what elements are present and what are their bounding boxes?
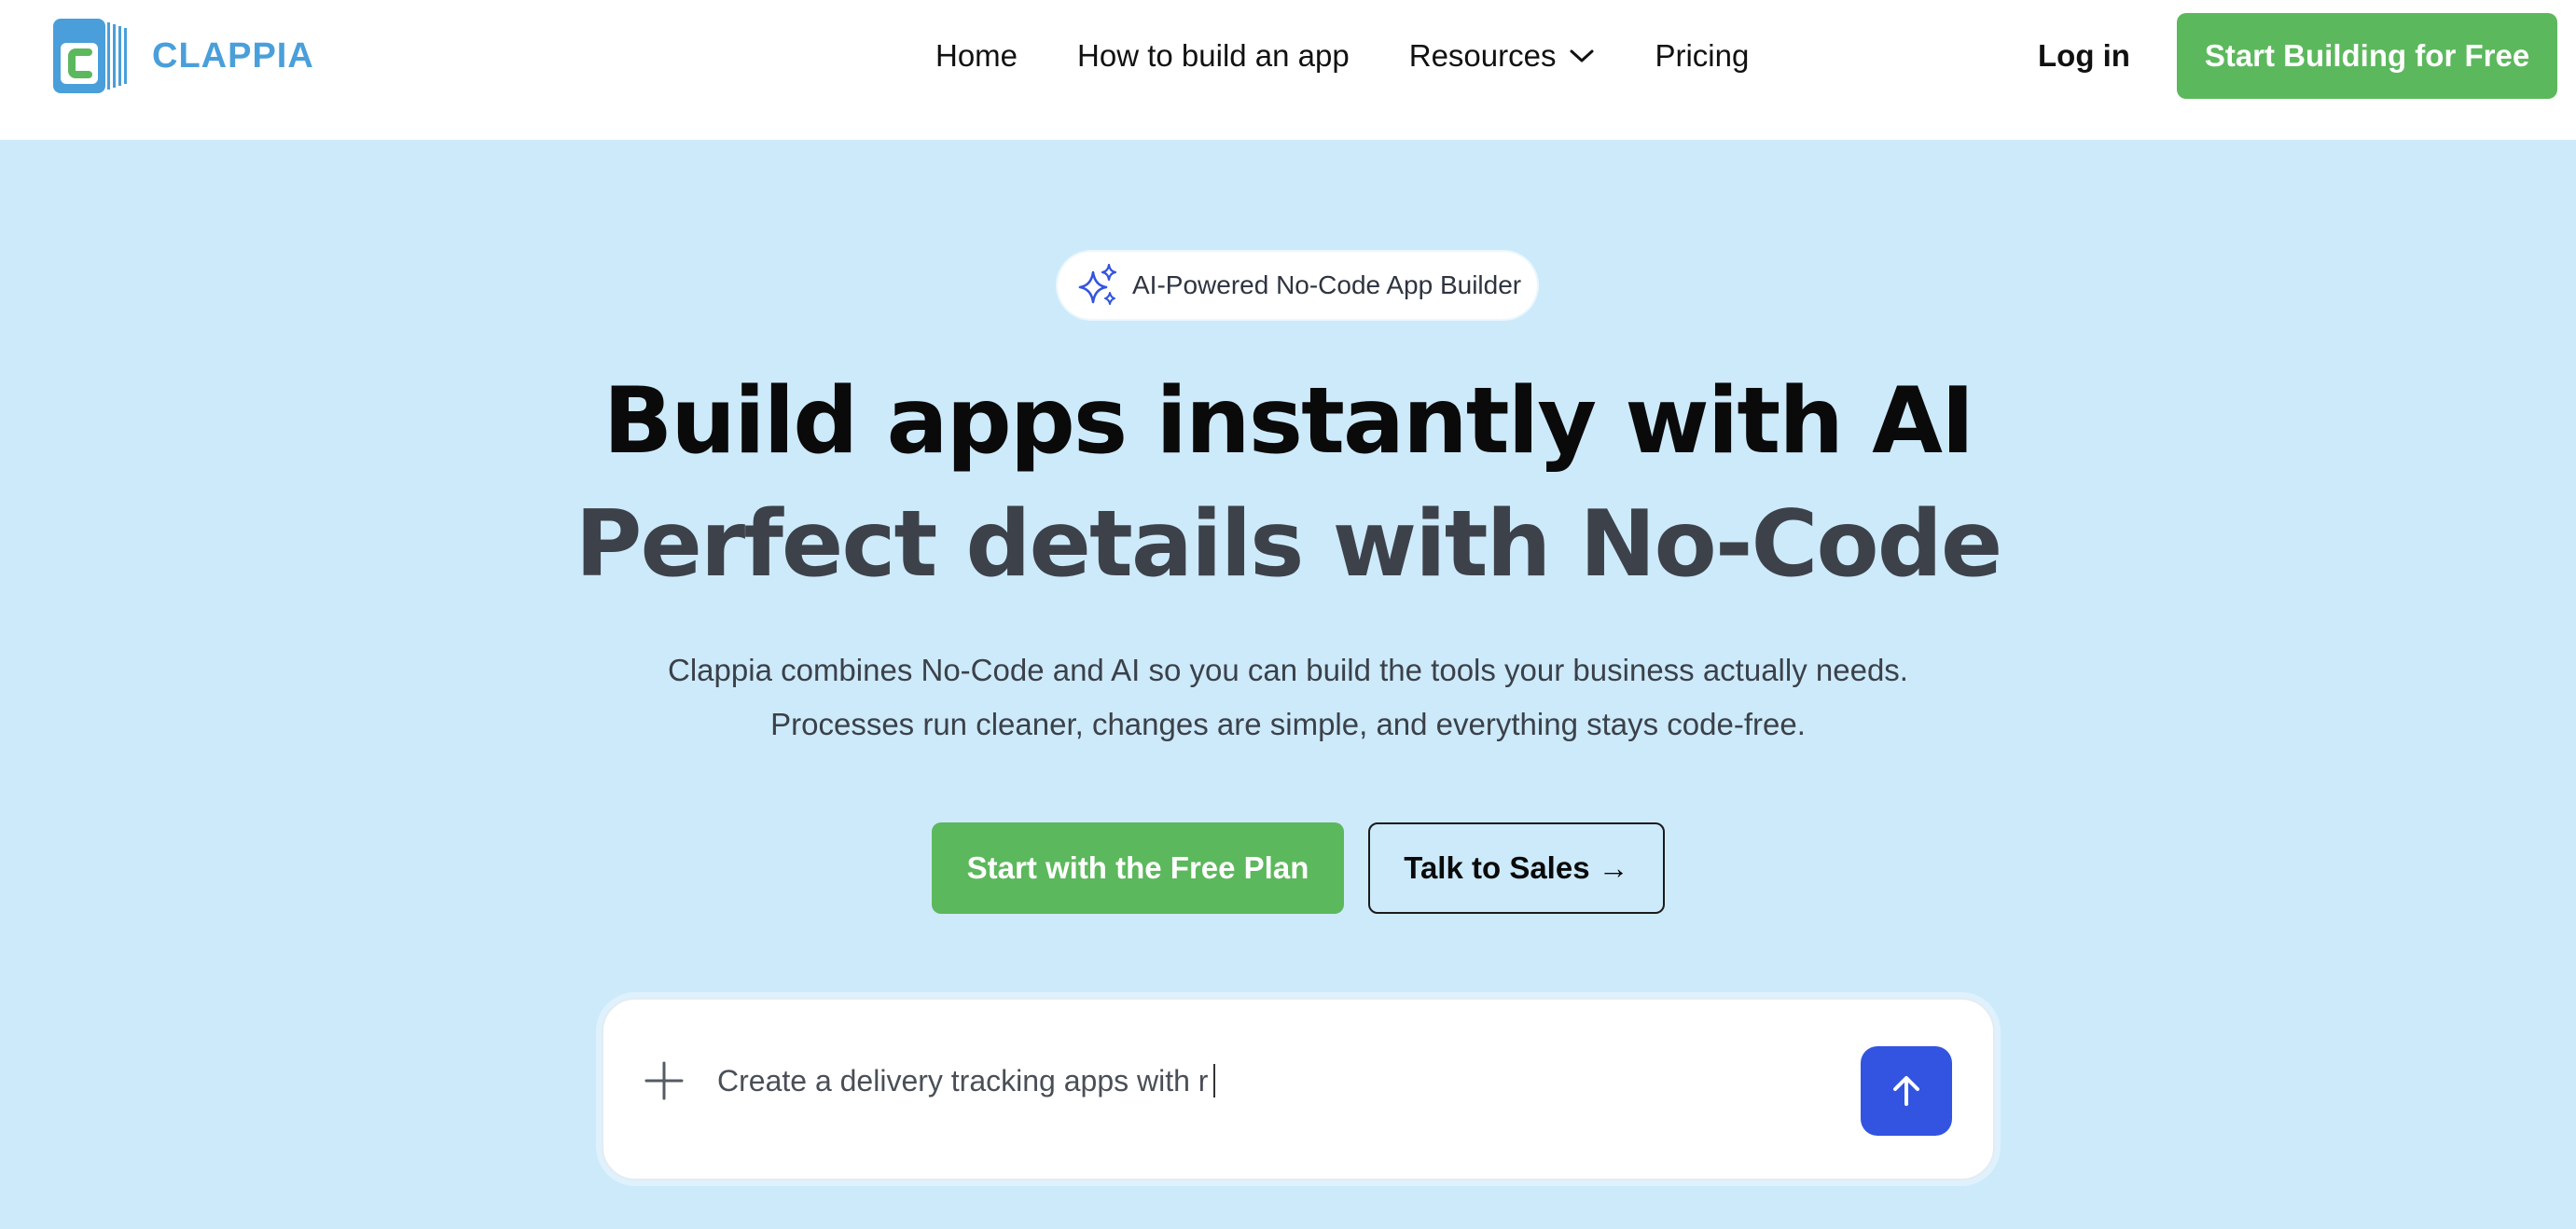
brand-logo-link[interactable]: CLAPPIA: [53, 19, 314, 93]
nav-resources-dropdown[interactable]: Resources: [1409, 38, 1596, 74]
plus-icon: [644, 1061, 684, 1100]
sparkle-icon: [1078, 263, 1117, 305]
nav-home-label: Home: [935, 38, 1018, 73]
chevron-down-icon: [1570, 49, 1594, 62]
nav-resources-label: Resources: [1408, 38, 1557, 73]
attach-button[interactable]: [643, 1059, 686, 1102]
nav-how-to-build[interactable]: How to build an app: [1077, 38, 1350, 74]
login-link[interactable]: Log in: [2038, 28, 2130, 84]
send-button[interactable]: [1861, 1046, 1952, 1136]
hero-headline-line1: Build apps instantly with AI: [602, 368, 1975, 475]
hero-subtitle-line2: Processes run cleaner, changes are simpl…: [770, 707, 1806, 741]
ai-badge: AI-Powered No-Code App Builder: [1058, 252, 1537, 319]
talk-to-sales-button[interactable]: Talk to Sales →: [1368, 822, 1665, 914]
nav-pricing-label: Pricing: [1655, 38, 1750, 73]
nav-pricing[interactable]: Pricing: [1655, 38, 1749, 74]
prompt-input[interactable]: Create a delivery tracking apps with r: [717, 1054, 1836, 1108]
start-building-button[interactable]: Start Building for Free: [2177, 13, 2557, 99]
arrow-up-icon: [1893, 1076, 1919, 1106]
prompt-input-value: Create a delivery tracking apps with r: [717, 1063, 1209, 1098]
clappia-logo-icon: [53, 19, 128, 93]
brand-name: CLAPPIA: [152, 35, 314, 76]
badge-text: AI-Powered No-Code App Builder: [1132, 270, 1522, 299]
nav-how-to-build-label: How to build an app: [1077, 38, 1350, 73]
nav-home[interactable]: Home: [935, 38, 1018, 74]
ai-prompt-box: Create a delivery tracking apps with r: [602, 998, 1995, 1181]
free-plan-button[interactable]: Start with the Free Plan: [932, 822, 1344, 914]
main-nav: Home How to build an app Resources Prici…: [935, 28, 1749, 84]
text-caret: [1213, 1064, 1216, 1098]
hero-headline-line2: Perfect details with No-Code: [575, 491, 2003, 598]
site-header: CLAPPIA Home How to build an app Resourc…: [0, 0, 2576, 140]
hero-subtitle-line1: Clappia combines No-Code and AI so you c…: [668, 653, 1908, 687]
